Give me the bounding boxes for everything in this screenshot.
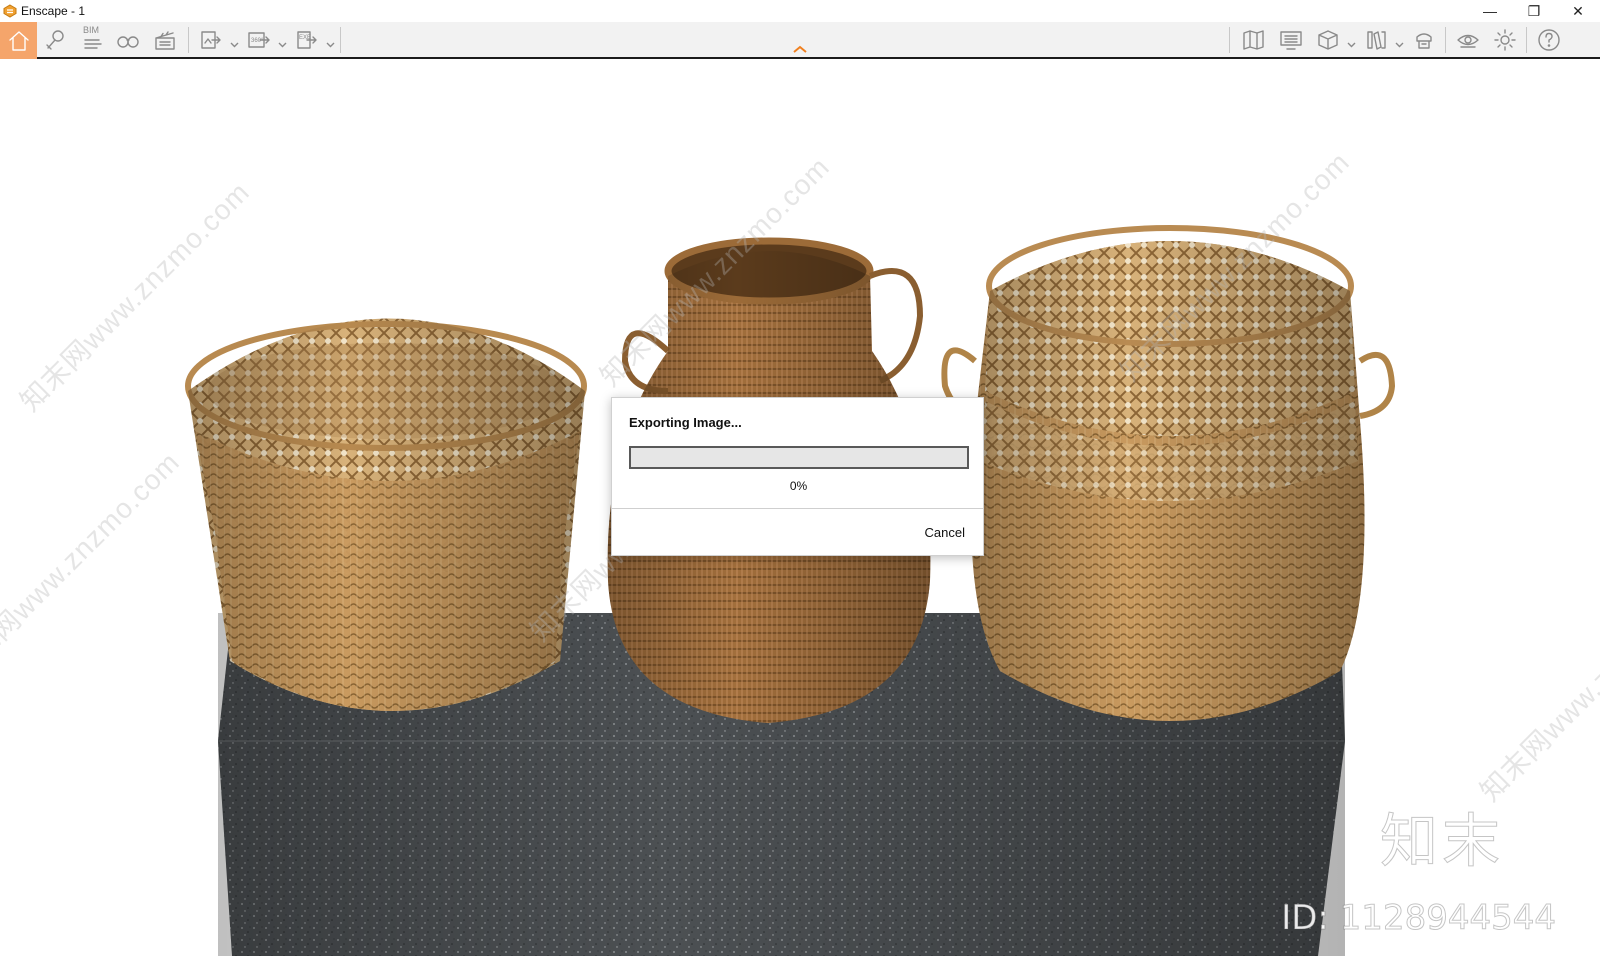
visual-settings-button[interactable] — [1450, 24, 1486, 56]
books-icon — [1367, 31, 1386, 50]
panorama-dropdown[interactable] — [278, 36, 287, 48]
chevron-down-icon — [278, 42, 287, 48]
cube-icon — [1318, 30, 1338, 50]
brand-watermark: 知末 — [1379, 807, 1504, 876]
collapse-toolbar-icon[interactable] — [792, 44, 808, 54]
video-editor-button[interactable] — [147, 24, 183, 56]
svg-text:EXE: EXE — [299, 35, 311, 41]
exe-export-button[interactable]: EXE — [289, 24, 325, 56]
chevron-down-icon — [1395, 42, 1404, 48]
chevron-down-icon — [326, 42, 335, 48]
close-button[interactable]: ✕ — [1556, 0, 1600, 22]
main-toolbar: BIM 360° EXE — [0, 22, 1600, 59]
exe-export-icon: EXE — [297, 31, 317, 49]
home-icon — [8, 30, 29, 51]
materials-dropdown[interactable] — [1395, 36, 1404, 48]
dialog-title: Exporting Image... — [629, 415, 742, 430]
clapperboard-icon — [155, 31, 175, 50]
bim-button[interactable]: BIM — [74, 24, 110, 56]
export-progress-dialog: Exporting Image... 0% Cancel — [611, 397, 984, 556]
screenshot-dropdown[interactable] — [230, 36, 239, 48]
exe-dropdown[interactable] — [326, 36, 335, 48]
asset-id-watermark: ID: 1128944544 — [1281, 898, 1557, 939]
map-icon — [1243, 30, 1264, 50]
location-icon — [46, 30, 64, 50]
views-button[interactable] — [38, 24, 74, 56]
monitor-icon — [1280, 31, 1302, 50]
screenshot-export-icon — [201, 31, 221, 49]
minimize-button[interactable]: — — [1468, 0, 1512, 22]
panorama-export-icon: 360° — [248, 32, 270, 48]
asset-library-button[interactable] — [1406, 24, 1442, 56]
cancel-button[interactable]: Cancel — [925, 525, 965, 540]
window-title: Enscape - 1 — [21, 4, 86, 18]
gear-icon — [1494, 29, 1516, 51]
svg-text:360°: 360° — [251, 38, 264, 44]
panorama-button[interactable]: 360° — [241, 24, 277, 56]
screenshot-button[interactable] — [193, 24, 229, 56]
restore-button[interactable]: ❐ — [1512, 0, 1556, 22]
help-icon — [1538, 29, 1560, 51]
materials-button[interactable] — [1358, 24, 1394, 56]
progress-percent: 0% — [789, 479, 808, 493]
binoculars-button[interactable] — [110, 24, 146, 56]
settings-button[interactable] — [1487, 24, 1523, 56]
dialog-divider — [612, 508, 983, 509]
help-button[interactable] — [1531, 24, 1567, 56]
title-bar: Enscape - 1 — ❐ ✕ — [0, 0, 1600, 22]
binoculars-icon — [117, 36, 139, 48]
asset-library-icon — [1416, 33, 1432, 49]
enscape-logo-icon — [3, 4, 17, 18]
chevron-down-icon — [1347, 42, 1356, 48]
map-button[interactable] — [1236, 24, 1272, 56]
progress-bar — [629, 446, 969, 469]
eye-icon — [1457, 34, 1479, 48]
view-mode-button[interactable] — [1310, 24, 1346, 56]
bim-label: BIM — [83, 25, 100, 35]
monitor-button[interactable] — [1273, 24, 1309, 56]
chevron-down-icon — [230, 42, 239, 48]
home-button[interactable] — [0, 22, 37, 59]
view-mode-dropdown[interactable] — [1347, 36, 1356, 48]
